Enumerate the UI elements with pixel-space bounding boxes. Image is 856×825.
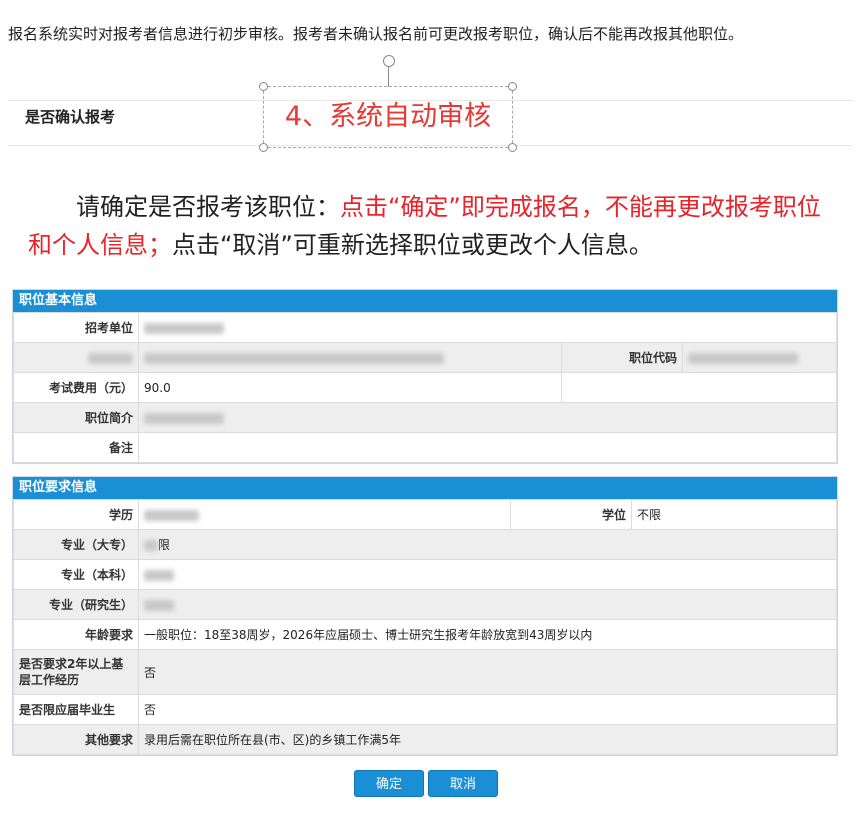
intro-text: 报名系统实时对报考者信息进行初步审核。报考者未确认报名前可更改报考职位，确认后不… bbox=[8, 25, 744, 43]
education-value bbox=[138, 499, 511, 530]
resize-handle[interactable] bbox=[508, 143, 517, 152]
education-label: 学历 bbox=[13, 499, 139, 530]
annotation-textbox[interactable]: 4、系统自动审核 bbox=[259, 55, 517, 152]
age-value: 一般职位：18至38周岁，2026年应届硕士、博士研究生报考年龄放宽到43周岁以… bbox=[138, 619, 837, 650]
other-req-label: 其他要求 bbox=[13, 724, 139, 755]
position-name-label bbox=[13, 342, 139, 373]
employer-label: 招考单位 bbox=[13, 312, 139, 343]
position-info-panel: 职位基本信息 招考单位 职位代码 考试费用（元） 90.0 职位简介 备注 bbox=[12, 289, 838, 464]
confirm-button[interactable]: 确定 bbox=[354, 770, 424, 797]
position-code-value bbox=[682, 342, 837, 373]
empty-cell bbox=[561, 372, 837, 403]
annotation-label: 4、系统自动审核 bbox=[284, 101, 492, 132]
requirements-table: 学历 学位 不限 专业（大专） 限 专业（本科） 专业（研究生） 年龄要求 一般… bbox=[13, 499, 837, 755]
exam-fee-label: 考试费用（元） bbox=[13, 372, 139, 403]
other-req-value: 录用后需在职位所在县(市、区)的乡镇工作满5年 bbox=[138, 724, 837, 755]
rotation-line bbox=[388, 67, 389, 87]
position-info-table: 招考单位 职位代码 考试费用（元） 90.0 职位简介 备注 bbox=[13, 312, 837, 463]
requirements-panel: 职位要求信息 学历 学位 不限 专业（大专） 限 专业（本科） 专业（研究生） … bbox=[12, 476, 838, 756]
rotate-handle[interactable] bbox=[383, 55, 395, 67]
degree-value: 不限 bbox=[631, 499, 837, 530]
resize-handle[interactable] bbox=[259, 82, 268, 91]
position-intro-value bbox=[138, 402, 837, 433]
major-junior-label: 专业（大专） bbox=[13, 529, 139, 560]
panel-title: 职位要求信息 bbox=[13, 477, 837, 499]
remarks-value bbox=[138, 432, 837, 463]
major-master-value bbox=[138, 589, 837, 620]
grassroots-label: 是否要求2年以上基层工作经历 bbox=[13, 649, 139, 695]
major-bachelor-label: 专业（本科） bbox=[13, 559, 139, 590]
fresh-grad-label: 是否限应届毕业生 bbox=[13, 694, 139, 725]
notice-text: 点击“取消”可重新选择职位或更改个人信息。 bbox=[172, 231, 653, 259]
major-junior-text: 限 bbox=[158, 538, 171, 552]
major-junior-value: 限 bbox=[138, 529, 837, 560]
remarks-label: 备注 bbox=[13, 432, 139, 463]
grassroots-value: 否 bbox=[138, 649, 837, 695]
employer-value bbox=[138, 312, 837, 343]
position-intro-label: 职位简介 bbox=[13, 402, 139, 433]
resize-handle[interactable] bbox=[259, 143, 268, 152]
fresh-grad-value: 否 bbox=[138, 694, 837, 725]
age-label: 年龄要求 bbox=[13, 619, 139, 650]
resize-handle[interactable] bbox=[508, 82, 517, 91]
major-bachelor-value bbox=[138, 559, 837, 590]
position-name-value bbox=[138, 342, 562, 373]
major-master-label: 专业（研究生） bbox=[13, 589, 139, 620]
panel-title: 职位基本信息 bbox=[13, 290, 837, 312]
position-code-label: 职位代码 bbox=[561, 342, 683, 373]
degree-label: 学位 bbox=[510, 499, 632, 530]
exam-fee-value: 90.0 bbox=[138, 372, 562, 403]
section-heading: 是否确认报考 bbox=[25, 108, 116, 126]
confirm-notice: 请确定是否报考该职位：点击“确定”即完成报名，不能再更改报考职位和个人信息；点击… bbox=[28, 188, 828, 264]
notice-text: 请确定是否报考该职位： bbox=[76, 193, 340, 221]
cancel-button[interactable]: 取消 bbox=[428, 770, 498, 797]
